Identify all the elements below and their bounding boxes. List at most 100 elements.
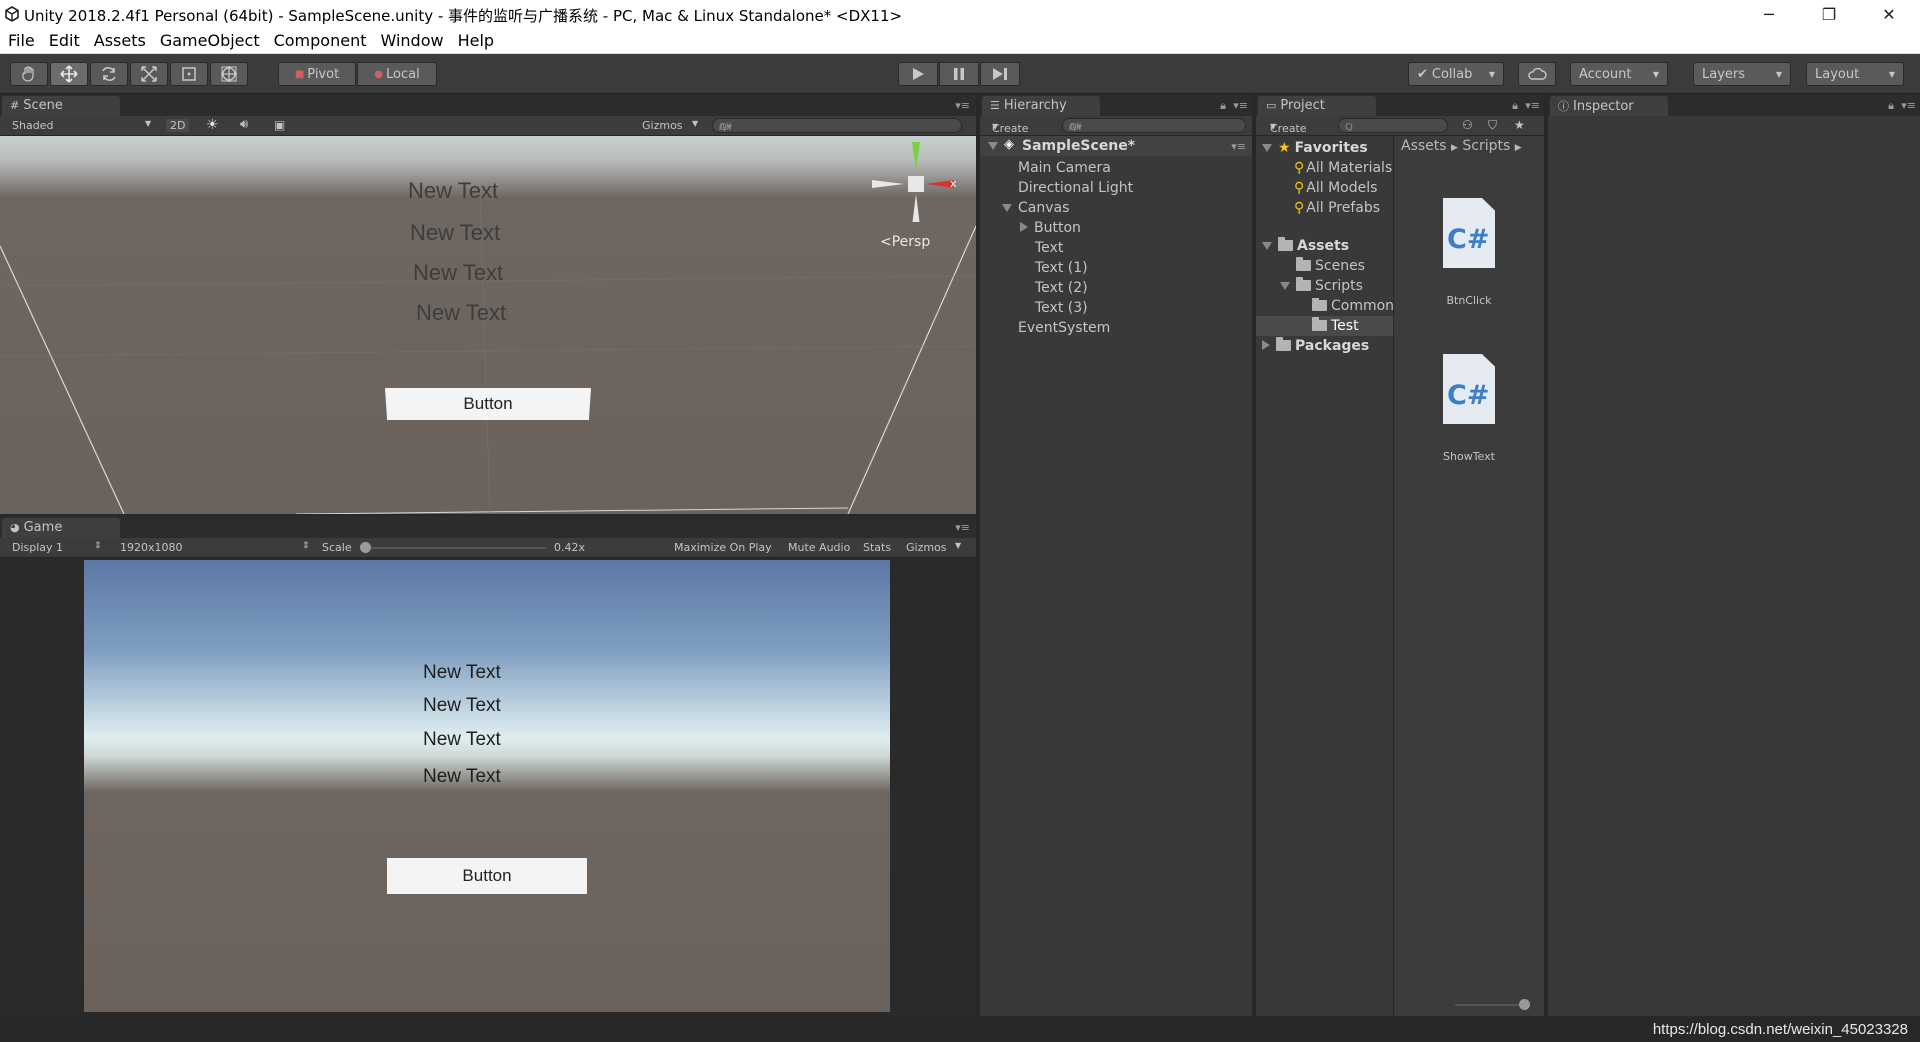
lock-icon[interactable]: 🔒︎: [1512, 99, 1518, 113]
scene-text-2[interactable]: New Text: [410, 220, 500, 246]
tab-hierarchy[interactable]: ☰ Hierarchy: [982, 96, 1100, 116]
scene-viewport[interactable]: New Text New Text New Text New Text Butt…: [0, 136, 976, 514]
pivot-toggle[interactable]: ■ Pivot: [278, 62, 356, 86]
rect-tool-button[interactable]: [170, 62, 208, 86]
folder-scripts[interactable]: Scripts: [1280, 277, 1363, 294]
stats-toggle[interactable]: Stats: [863, 541, 891, 554]
scale-tool-button[interactable]: [130, 62, 168, 86]
filter-label-icon[interactable]: ⛉: [1488, 118, 1497, 133]
layout-dropdown[interactable]: Layout ▼: [1806, 62, 1904, 86]
collapse-arrow-icon[interactable]: [1262, 340, 1270, 350]
collapse-arrow-icon[interactable]: [1020, 222, 1028, 232]
effects-toggle-icon[interactable]: ▣: [274, 118, 285, 132]
scene-menu-icon[interactable]: ▾≡: [1231, 140, 1246, 153]
expand-arrow-icon[interactable]: [988, 142, 998, 150]
display-dropdown[interactable]: Display 1: [12, 541, 63, 554]
tab-game[interactable]: ◕ Game: [2, 518, 120, 538]
favorite-all-materials[interactable]: ⚲ All Materials: [1294, 160, 1392, 176]
move-tool-button[interactable]: [50, 62, 88, 86]
minimize-button[interactable]: ─: [1746, 0, 1792, 28]
file-btnclick-label[interactable]: BtnClick: [1424, 294, 1514, 307]
panel-menu-icon[interactable]: ▾≡: [1525, 99, 1540, 112]
file-showtext-label[interactable]: ShowText: [1424, 450, 1514, 463]
panel-menu-icon[interactable]: ▾≡: [955, 521, 970, 534]
hierarchy-item-canvas[interactable]: Canvas: [1002, 200, 1069, 216]
favorites-header[interactable]: ★ Favorites: [1262, 140, 1368, 156]
game-viewport[interactable]: New Text New Text New Text New Text Butt…: [84, 560, 890, 1012]
hierarchy-search-input[interactable]: Q▾ All: [1062, 118, 1246, 133]
persp-label[interactable]: <Persp: [880, 234, 930, 250]
local-toggle[interactable]: ● Local: [357, 62, 437, 86]
hand-tool-button[interactable]: [10, 62, 48, 86]
scene-text-4[interactable]: New Text: [416, 300, 506, 326]
game-button[interactable]: Button: [387, 858, 587, 894]
hierarchy-item-text-1[interactable]: Text (1): [1035, 260, 1088, 276]
2d-toggle[interactable]: 2D: [166, 119, 190, 132]
menu-window[interactable]: Window: [372, 28, 449, 50]
rotate-tool-button[interactable]: [90, 62, 128, 86]
cloud-button[interactable]: [1518, 62, 1556, 86]
hierarchy-item-eventsystem[interactable]: EventSystem: [1018, 320, 1110, 336]
panel-menu-icon[interactable]: ▾≡: [1233, 99, 1248, 112]
packages-folder[interactable]: Packages: [1262, 337, 1369, 354]
breadcrumb-scripts[interactable]: Scripts: [1462, 138, 1510, 154]
hierarchy-item-main-camera[interactable]: Main Camera: [1018, 160, 1111, 176]
scale-slider-thumb[interactable]: [360, 542, 371, 553]
menu-edit[interactable]: Edit: [41, 28, 86, 50]
account-dropdown[interactable]: Account ▼: [1570, 62, 1668, 86]
restore-button[interactable]: ❐: [1806, 0, 1852, 28]
favorite-all-prefabs[interactable]: ⚲ All Prefabs: [1294, 200, 1380, 216]
icon-size-slider[interactable]: [1455, 1004, 1527, 1006]
panel-menu-icon[interactable]: ▾≡: [1901, 99, 1916, 112]
scene-search-input[interactable]: Q▾ All: [712, 118, 962, 133]
tab-inspector[interactable]: ⓘ Inspector: [1550, 96, 1668, 116]
lighting-toggle-icon[interactable]: ☀: [206, 117, 219, 133]
menu-help[interactable]: Help: [450, 28, 500, 50]
scale-slider-track[interactable]: [362, 547, 546, 549]
tab-scene[interactable]: # Scene: [2, 96, 120, 116]
hierarchy-item-directional-light[interactable]: Directional Light: [1018, 180, 1133, 196]
expand-arrow-icon[interactable]: [1280, 282, 1290, 290]
panel-menu-icon[interactable]: ▾≡: [955, 99, 970, 112]
folder-scenes[interactable]: Scenes: [1296, 257, 1365, 274]
scene-root-row[interactable]: ◈ SampleScene* ▾≡: [980, 136, 1252, 156]
audio-toggle-icon[interactable]: 🔊︎: [240, 117, 248, 132]
star-icon[interactable]: ★: [1514, 118, 1525, 132]
step-button[interactable]: [980, 62, 1020, 86]
menu-component[interactable]: Component: [266, 28, 373, 50]
layers-dropdown[interactable]: Layers ▼: [1693, 62, 1791, 86]
scene-button[interactable]: Button: [385, 388, 591, 420]
menu-assets[interactable]: Assets: [86, 28, 152, 50]
expand-arrow-icon[interactable]: [1002, 204, 1012, 212]
folder-common[interactable]: Common: [1312, 298, 1394, 314]
breadcrumb-assets[interactable]: Assets: [1401, 138, 1447, 154]
shading-mode-dropdown[interactable]: Shaded: [12, 119, 53, 132]
collab-dropdown[interactable]: ✔ Collab ▼: [1408, 62, 1504, 86]
script-file-icon[interactable]: C#: [1443, 198, 1495, 268]
favorite-all-models[interactable]: ⚲ All Models: [1294, 180, 1377, 196]
scene-text-3[interactable]: New Text: [413, 260, 503, 286]
tab-project[interactable]: ▭ Project: [1258, 96, 1376, 116]
close-button[interactable]: ✕: [1866, 0, 1912, 28]
lock-icon[interactable]: 🔒︎: [1220, 99, 1226, 113]
hierarchy-item-text-3[interactable]: Text (3): [1035, 300, 1088, 316]
hierarchy-item-text[interactable]: Text: [1035, 240, 1063, 256]
resolution-dropdown[interactable]: 1920x1080: [120, 541, 183, 554]
expand-arrow-icon[interactable]: [1262, 144, 1272, 152]
mute-audio-toggle[interactable]: Mute Audio: [788, 541, 850, 554]
maximize-on-play-toggle[interactable]: Maximize On Play: [674, 541, 772, 554]
script-file-icon[interactable]: C#: [1443, 354, 1495, 424]
menu-file[interactable]: File: [0, 28, 41, 50]
expand-arrow-icon[interactable]: [1262, 242, 1272, 250]
transform-tool-button[interactable]: [210, 62, 248, 86]
icon-size-slider-thumb[interactable]: [1519, 999, 1530, 1010]
lock-icon[interactable]: 🔒︎: [1888, 99, 1894, 113]
project-search-input[interactable]: Q: [1338, 118, 1448, 133]
game-gizmos-dropdown[interactable]: Gizmos: [906, 541, 947, 554]
hierarchy-item-button[interactable]: Button: [1020, 220, 1081, 236]
folder-test[interactable]: Test: [1312, 317, 1359, 334]
scene-gizmos-dropdown[interactable]: Gizmos: [642, 119, 683, 132]
assets-folder[interactable]: Assets: [1262, 237, 1349, 254]
filter-type-icon[interactable]: ⚇: [1462, 118, 1473, 132]
play-button[interactable]: [898, 62, 938, 86]
